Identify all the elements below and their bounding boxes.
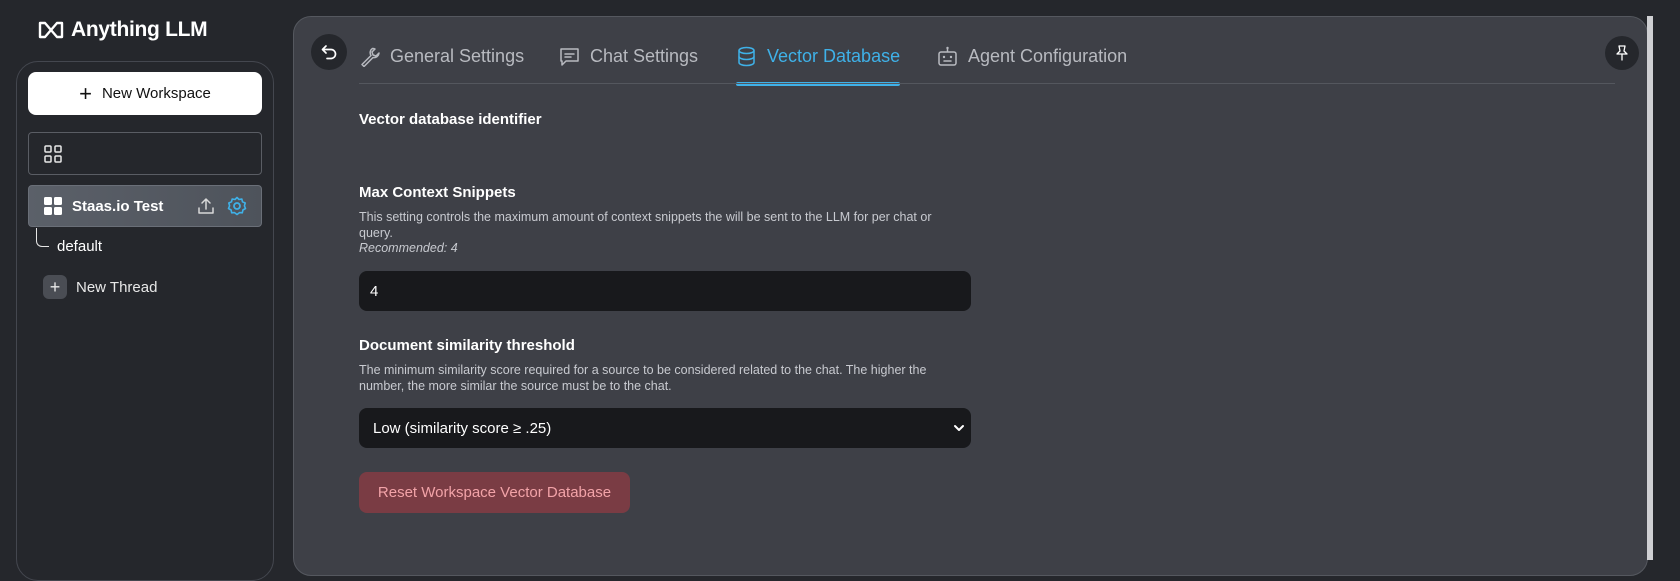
chevron-down-icon xyxy=(954,425,964,431)
new-workspace-label: New Workspace xyxy=(101,85,211,102)
back-button[interactable] xyxy=(311,34,347,70)
similarity-threshold-title: Document similarity threshold xyxy=(359,337,575,354)
plus-icon: + xyxy=(43,275,67,299)
thread-item-default[interactable]: default xyxy=(57,238,102,255)
vector-db-identifier-title: Vector database identifier xyxy=(359,111,542,128)
tab-chat-settings[interactable]: Chat Settings xyxy=(559,30,698,82)
gear-icon[interactable] xyxy=(227,196,247,216)
similarity-threshold-description: The minimum similarity score required fo… xyxy=(359,363,927,393)
wrench-icon xyxy=(361,47,380,67)
reset-vector-database-button[interactable]: Reset Workspace Vector Database xyxy=(359,472,630,513)
undo-arrow-icon xyxy=(321,45,337,60)
tab-label: Chat Settings xyxy=(590,45,699,66)
app-logo: Anything LLM xyxy=(37,18,208,42)
thread-connector xyxy=(36,228,49,247)
tab-label: Agent Configuration xyxy=(968,45,1128,66)
anythingllm-logo-icon xyxy=(38,21,64,39)
pin-button[interactable] xyxy=(1605,36,1639,70)
tab-vector-database[interactable]: Vector Database xyxy=(736,30,901,86)
workspace-item[interactable]: Staas.io Test xyxy=(28,185,262,227)
plus-icon: + xyxy=(79,80,92,106)
chat-icon xyxy=(560,47,579,66)
tab-label: Vector Database xyxy=(767,45,901,66)
new-thread-button[interactable]: + New Thread xyxy=(43,275,157,299)
max-context-input[interactable] xyxy=(359,271,971,311)
similarity-selected-value: Low (similarity score ≥ .25) xyxy=(373,419,552,437)
max-context-title: Max Context Snippets xyxy=(359,184,516,201)
similarity-threshold-select[interactable]: Low (similarity score ≥ .25) xyxy=(359,408,971,448)
app-name: Anything LLM xyxy=(71,18,208,41)
tab-general-settings[interactable]: General Settings xyxy=(359,30,524,82)
database-icon xyxy=(738,46,755,66)
workspace-name: Staas.io Test xyxy=(72,197,164,215)
scrollbar[interactable] xyxy=(1647,16,1653,560)
new-thread-label: New Thread xyxy=(76,278,158,296)
tabs-divider xyxy=(359,83,1615,84)
grid-icon xyxy=(44,144,62,163)
pin-icon xyxy=(1616,45,1628,61)
tab-label: General Settings xyxy=(390,45,525,66)
robot-icon xyxy=(938,46,957,66)
new-workspace-button[interactable]: + New Workspace xyxy=(28,72,262,115)
workspace-search-input[interactable] xyxy=(28,132,262,175)
upload-icon[interactable] xyxy=(197,197,215,215)
tab-agent-configuration[interactable]: Agent Configuration xyxy=(937,30,1127,82)
max-context-recommended: Recommended: 4 xyxy=(359,241,458,255)
workspace-grid-icon xyxy=(44,197,62,215)
max-context-description: This setting controls the maximum amount… xyxy=(359,210,932,240)
